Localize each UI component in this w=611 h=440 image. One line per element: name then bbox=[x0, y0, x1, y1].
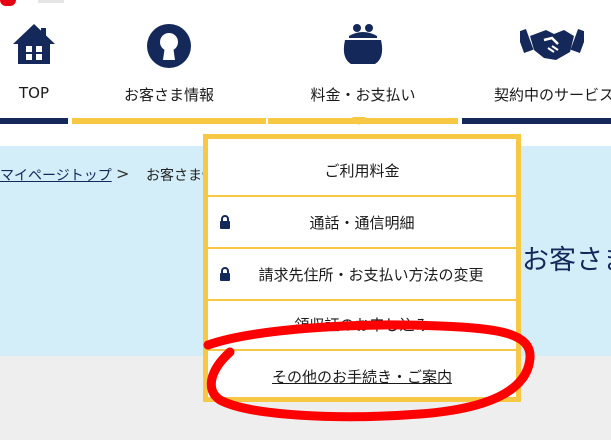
home-icon bbox=[13, 24, 55, 64]
handshake-icon bbox=[520, 28, 584, 60]
customer-icon bbox=[147, 24, 191, 68]
menu-item-label: その他のお手続き・ご案内 bbox=[271, 367, 452, 386]
billing-dropdown-menu: ご利用料金 通話・通信明細 請求先住所・お支払い方法の変更 領収証のお申し込み … bbox=[203, 134, 521, 402]
nav-underline-customer-info bbox=[72, 118, 266, 124]
purse-icon bbox=[343, 24, 383, 64]
page-title: お客さま情報 bbox=[522, 245, 611, 276]
lock-icon bbox=[220, 267, 230, 281]
nav-underline-top bbox=[0, 118, 68, 124]
nav-item-top[interactable]: TOP bbox=[0, 0, 68, 118]
dropdown-caret bbox=[352, 117, 366, 125]
nav-item-customer-info[interactable]: お客さま情報 bbox=[72, 0, 266, 118]
menu-item-label: ご利用料金 bbox=[324, 161, 400, 180]
nav-underline-contracted-services bbox=[462, 118, 611, 124]
menu-item-label: 領収証のお申し込み bbox=[294, 315, 430, 334]
menu-item-billing-address-payment[interactable]: 請求先住所・お支払い方法の変更 bbox=[208, 249, 516, 299]
lock-icon bbox=[220, 215, 230, 229]
menu-item-label: 請求先住所・お支払い方法の変更 bbox=[258, 265, 484, 284]
menu-item-other-procedures[interactable]: その他のお手続き・ご案内 bbox=[208, 351, 516, 401]
nav-label-contracted-services: 契約中のサービス bbox=[494, 86, 611, 104]
nav-label-billing: 料金・お支払い bbox=[310, 86, 416, 104]
nav-item-billing[interactable]: 料金・お支払い bbox=[268, 0, 458, 118]
menu-item-receipt-request[interactable]: 領収証のお申し込み bbox=[208, 299, 516, 349]
nav-label-customer-info: お客さま情報 bbox=[123, 86, 214, 104]
menu-item-call-details[interactable]: 通話・通信明細 bbox=[208, 197, 516, 247]
breadcrumb-separator: > bbox=[116, 164, 130, 183]
breadcrumb-link-mypage[interactable]: マイページトップ bbox=[0, 165, 112, 185]
nav-item-contracted-services[interactable]: 契約中のサービス bbox=[462, 0, 611, 118]
menu-item-label: 通話・通信明細 bbox=[309, 213, 415, 232]
nav-label-top: TOP bbox=[18, 84, 49, 102]
menu-item-usage-charges[interactable]: ご利用料金 bbox=[208, 145, 516, 195]
